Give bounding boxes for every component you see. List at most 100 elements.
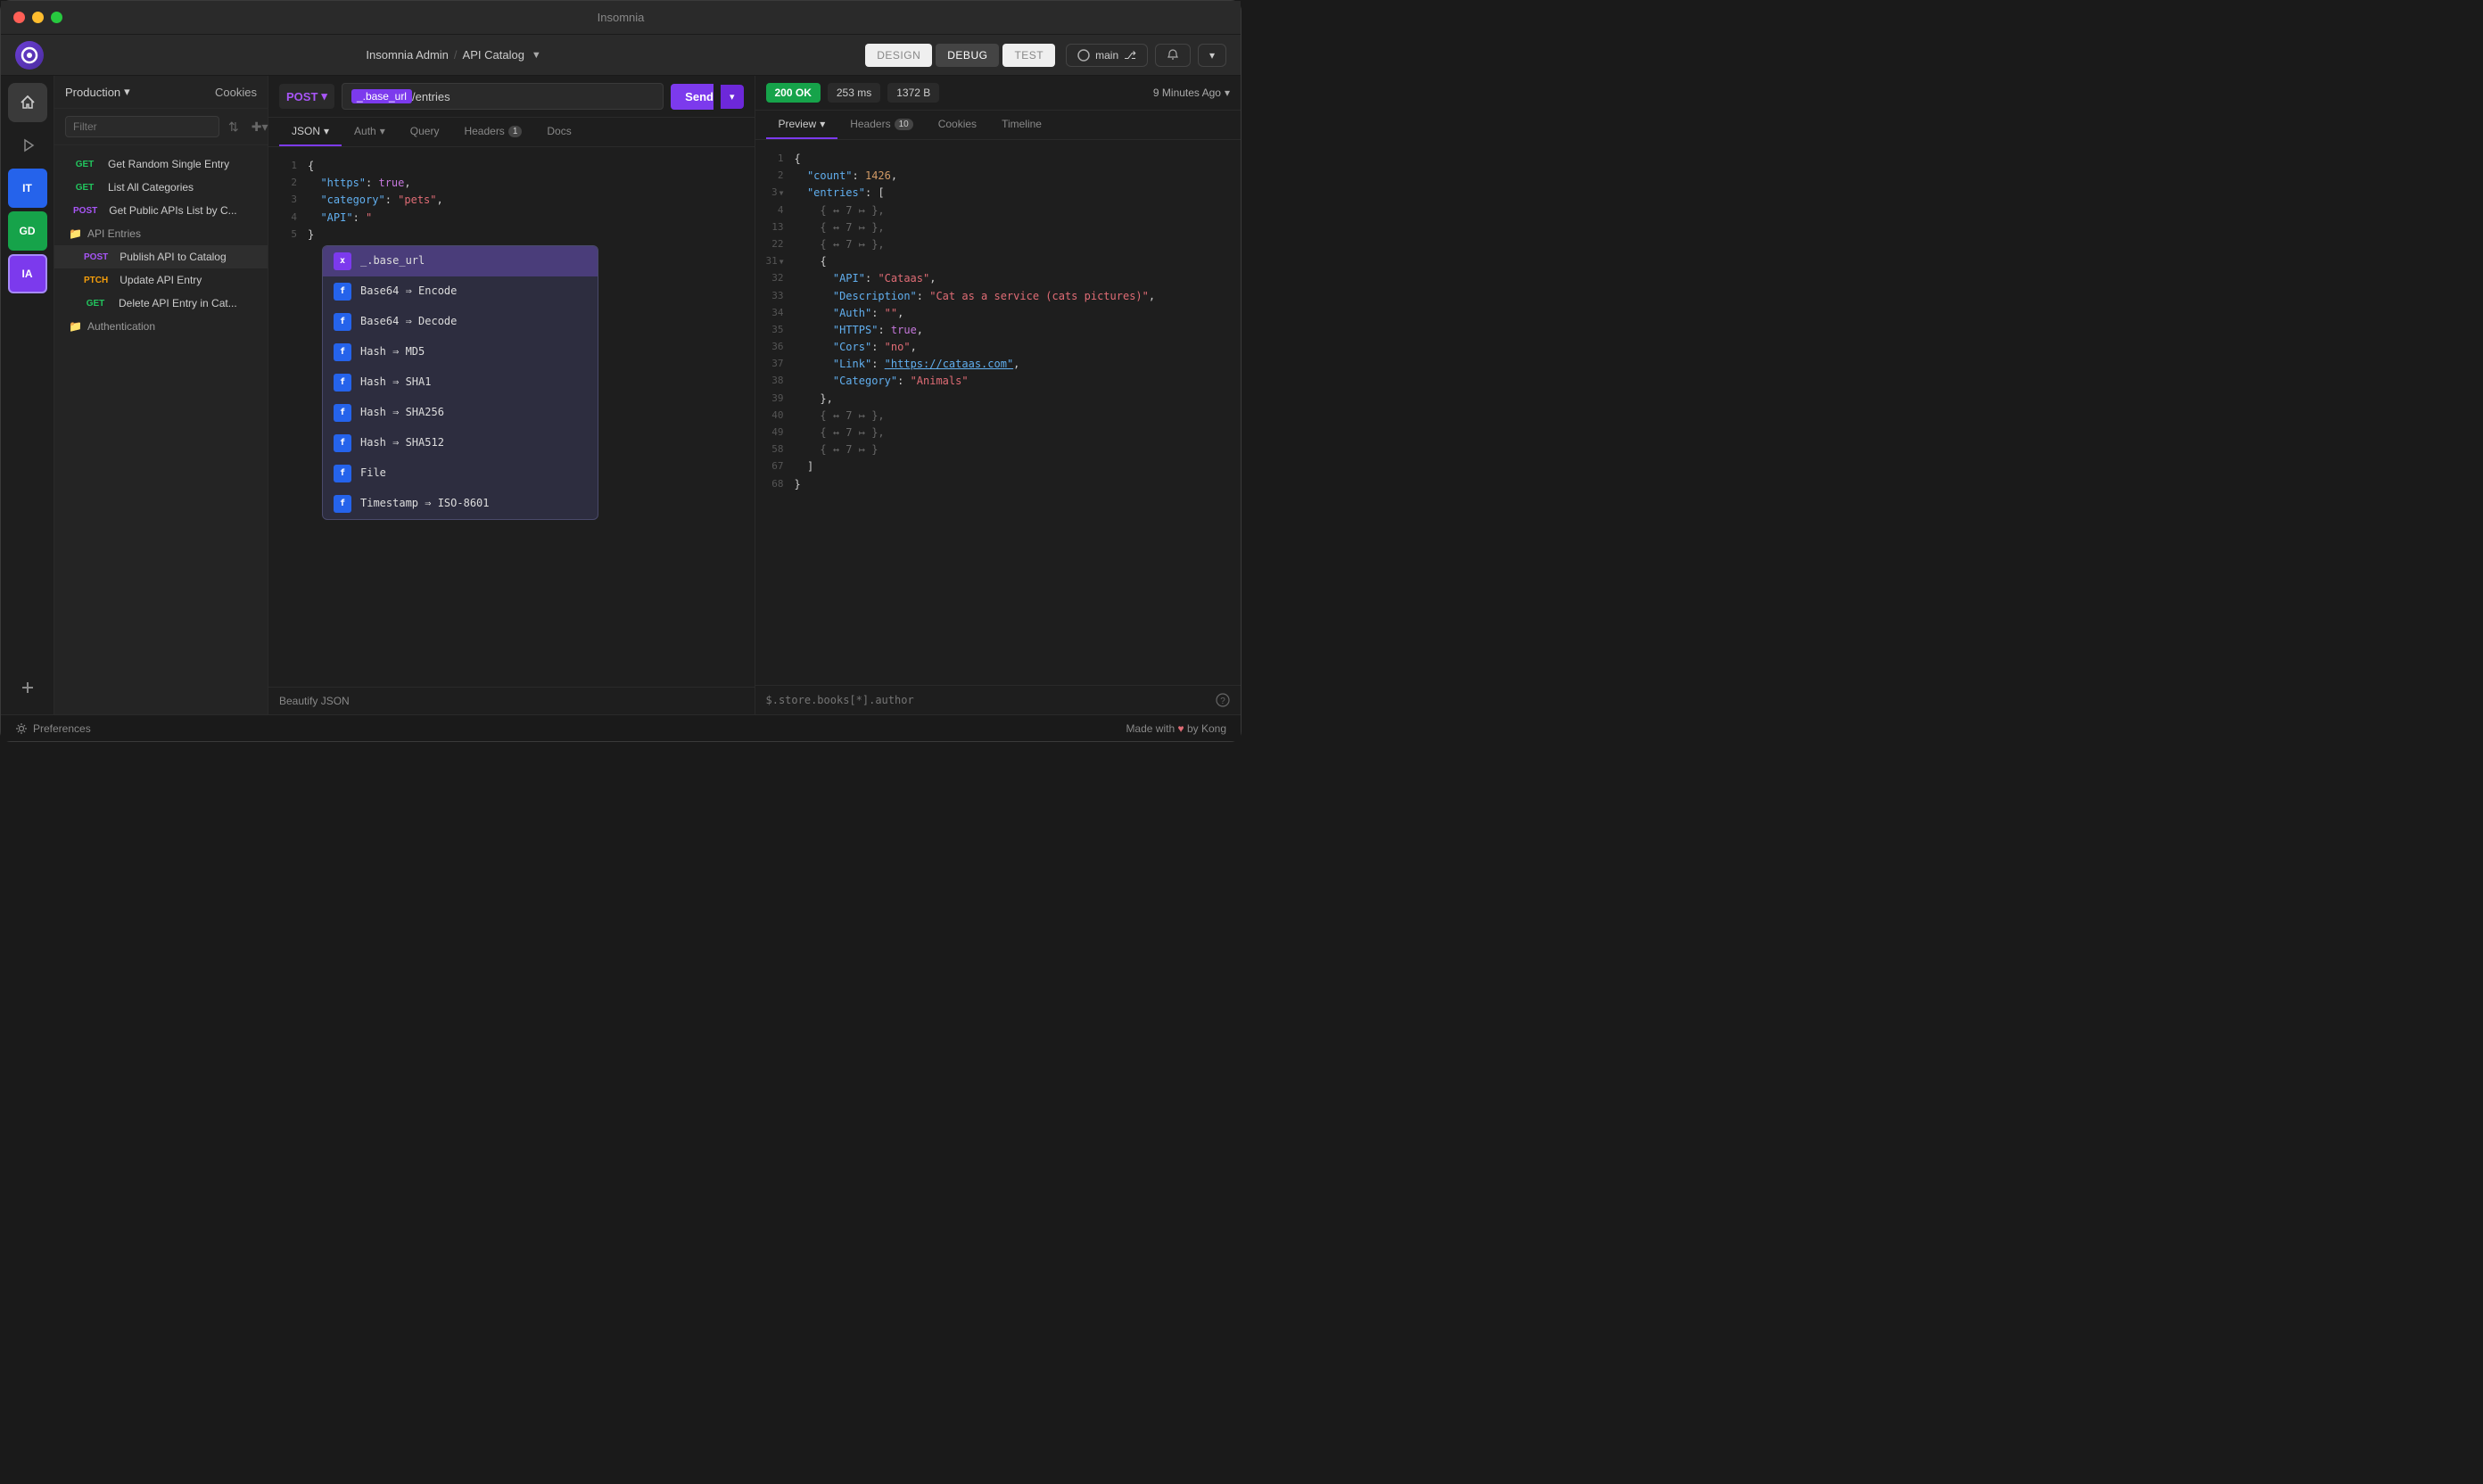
cookies-button[interactable]: Cookies: [215, 86, 257, 99]
code-line: 38 "Category": "Animals": [766, 373, 1231, 390]
code-line: 5 }: [279, 227, 744, 243]
svg-text:?: ?: [1220, 697, 1225, 706]
tab-design[interactable]: DESIGN: [865, 44, 932, 67]
sidebar-item-gd[interactable]: GD: [8, 211, 47, 251]
nav-tabs: DESIGN DEBUG TEST: [865, 44, 1055, 67]
nav-item-update[interactable]: PTCH Update API Entry: [54, 268, 268, 292]
help-icon[interactable]: ?: [1216, 693, 1230, 707]
ac-type-badge: f: [334, 313, 351, 331]
environment-selector[interactable]: Production ▾: [65, 85, 130, 99]
autocomplete-dropdown[interactable]: x _.base_url f Base64 ⇒ Encode f Base64 …: [322, 245, 598, 520]
method-selector[interactable]: POST ▾: [279, 84, 334, 109]
code-line: 3 "category": "pets",: [279, 192, 744, 209]
sidebar-add-button[interactable]: [8, 668, 47, 707]
tab-auth[interactable]: Auth ▾: [342, 118, 398, 146]
tab-debug[interactable]: DEBUG: [936, 44, 999, 67]
code-line: 4 { ↔ 7 ↦ },: [766, 202, 1231, 219]
headers-badge: 10: [895, 119, 913, 130]
ac-item-file[interactable]: f File: [323, 458, 598, 489]
ac-label: Hash ⇒ SHA256: [360, 404, 444, 421]
folder-icon: 📁: [69, 227, 82, 240]
ac-item-hash-md5[interactable]: f Hash ⇒ MD5: [323, 337, 598, 367]
request-body[interactable]: 1 { 2 "https": true, 3 "category": "pets…: [268, 147, 755, 687]
breadcrumb-project[interactable]: API Catalog: [463, 48, 524, 62]
ac-item-hash-sha1[interactable]: f Hash ⇒ SHA1: [323, 367, 598, 398]
tab-dropdown: ▾: [820, 118, 825, 130]
breadcrumb-dropdown-button[interactable]: ▼: [530, 50, 543, 61]
nav-item-get-random[interactable]: GET Get Random Single Entry: [54, 153, 268, 176]
sidebar-item-ia[interactable]: IA: [8, 254, 47, 293]
code-line: 34 "Auth": "",: [766, 305, 1231, 322]
jsonpath-input[interactable]: [766, 694, 1217, 706]
nav-item-publish[interactable]: POST Publish API to Catalog: [54, 245, 268, 268]
nav-item-list-categories[interactable]: GET List All Categories: [54, 176, 268, 199]
method-label: POST: [286, 90, 318, 103]
icon-sidebar: IT GD IA: [1, 76, 54, 714]
tab-headers[interactable]: Headers 10: [837, 111, 925, 139]
window-title: Insomnia: [598, 11, 645, 24]
tab-dropdown: ▾: [324, 125, 329, 137]
sidebar-item-home[interactable]: [8, 83, 47, 122]
ac-item-base-url[interactable]: x _.base_url: [323, 246, 598, 276]
nav-header: Production ▾ Cookies: [54, 76, 268, 109]
send-dropdown-button[interactable]: ▾: [721, 85, 744, 109]
ac-label: Hash ⇒ SHA512: [360, 434, 444, 451]
beautify-button[interactable]: Beautify JSON: [279, 695, 350, 707]
filter-row: ⇅ ✚▾: [54, 109, 268, 145]
code-line: 4 "API": ": [279, 210, 744, 227]
ac-item-base64-decode[interactable]: f Base64 ⇒ Decode: [323, 307, 598, 337]
ac-item-hash-sha512[interactable]: f Hash ⇒ SHA512: [323, 428, 598, 458]
minimize-button[interactable]: [32, 12, 44, 23]
ac-type-badge: f: [334, 404, 351, 422]
close-button[interactable]: [13, 12, 25, 23]
ac-type-badge: f: [334, 343, 351, 361]
app-logo: [15, 41, 44, 70]
tab-query[interactable]: Query: [398, 118, 452, 146]
code-line: 35 "HTTPS": true,: [766, 322, 1231, 339]
tab-cookies[interactable]: Cookies: [926, 111, 989, 139]
folder-authentication[interactable]: 📁 Authentication: [54, 315, 268, 338]
sidebar-item-runner[interactable]: [8, 126, 47, 165]
tab-timeline[interactable]: Timeline: [989, 111, 1054, 139]
status-badge: 200 OK: [766, 83, 821, 103]
tab-docs[interactable]: Docs: [534, 118, 583, 146]
code-line: 1 {: [279, 158, 744, 175]
ac-item-hash-sha256[interactable]: f Hash ⇒ SHA256: [323, 398, 598, 428]
breadcrumb-workspace[interactable]: Insomnia Admin: [366, 48, 449, 62]
nav-item-label: Update API Entry: [120, 274, 202, 286]
url-base-tag[interactable]: _.base_url: [351, 89, 412, 103]
breadcrumb-sep: /: [454, 48, 458, 62]
code-line: 37 "Link": "https://cataas.com",: [766, 356, 1231, 373]
sidebar-item-it[interactable]: IT: [8, 169, 47, 208]
tab-headers[interactable]: Headers 1: [451, 118, 534, 146]
tab-preview[interactable]: Preview ▾: [766, 111, 838, 139]
response-footer: ?: [755, 685, 1242, 714]
tab-dropdown: ▾: [380, 125, 385, 137]
tab-label: Timeline: [1002, 118, 1042, 130]
code-line: 1 {: [766, 151, 1231, 168]
tab-json[interactable]: JSON ▾: [279, 118, 342, 146]
notifications-button[interactable]: [1155, 44, 1191, 67]
url-bar[interactable]: _.base_url /entries: [342, 83, 664, 110]
folder-label: Authentication: [87, 320, 155, 333]
profile-button[interactable]: ▾: [1198, 44, 1226, 67]
branch-button[interactable]: main ⎇: [1066, 44, 1148, 67]
code-line: 67 ]: [766, 458, 1231, 475]
nav-item-label: Delete API Entry in Cat...: [119, 297, 237, 309]
tab-label: Headers: [464, 125, 504, 137]
preferences-button[interactable]: Preferences: [15, 722, 91, 735]
code-line: 2 "count": 1426,: [766, 168, 1231, 185]
time-ago[interactable]: 9 Minutes Ago ▾: [1153, 87, 1230, 99]
maximize-button[interactable]: [51, 12, 62, 23]
folder-api-entries[interactable]: 📁 API Entries: [54, 222, 268, 245]
tab-test[interactable]: TEST: [1002, 44, 1055, 67]
ac-label: Base64 ⇒ Decode: [360, 313, 457, 330]
ac-item-base64-encode[interactable]: f Base64 ⇒ Encode: [323, 276, 598, 307]
send-button[interactable]: Send: [671, 84, 714, 110]
sort-button[interactable]: ⇅: [225, 118, 243, 136]
nav-item-delete[interactable]: GET Delete API Entry in Cat...: [54, 292, 268, 315]
filter-input[interactable]: [65, 116, 219, 137]
toolbar-right: main ⎇ ▾: [1066, 44, 1226, 67]
ac-item-timestamp[interactable]: f Timestamp ⇒ ISO-8601: [323, 489, 598, 519]
nav-item-get-public[interactable]: POST Get Public APIs List by C...: [54, 199, 268, 222]
